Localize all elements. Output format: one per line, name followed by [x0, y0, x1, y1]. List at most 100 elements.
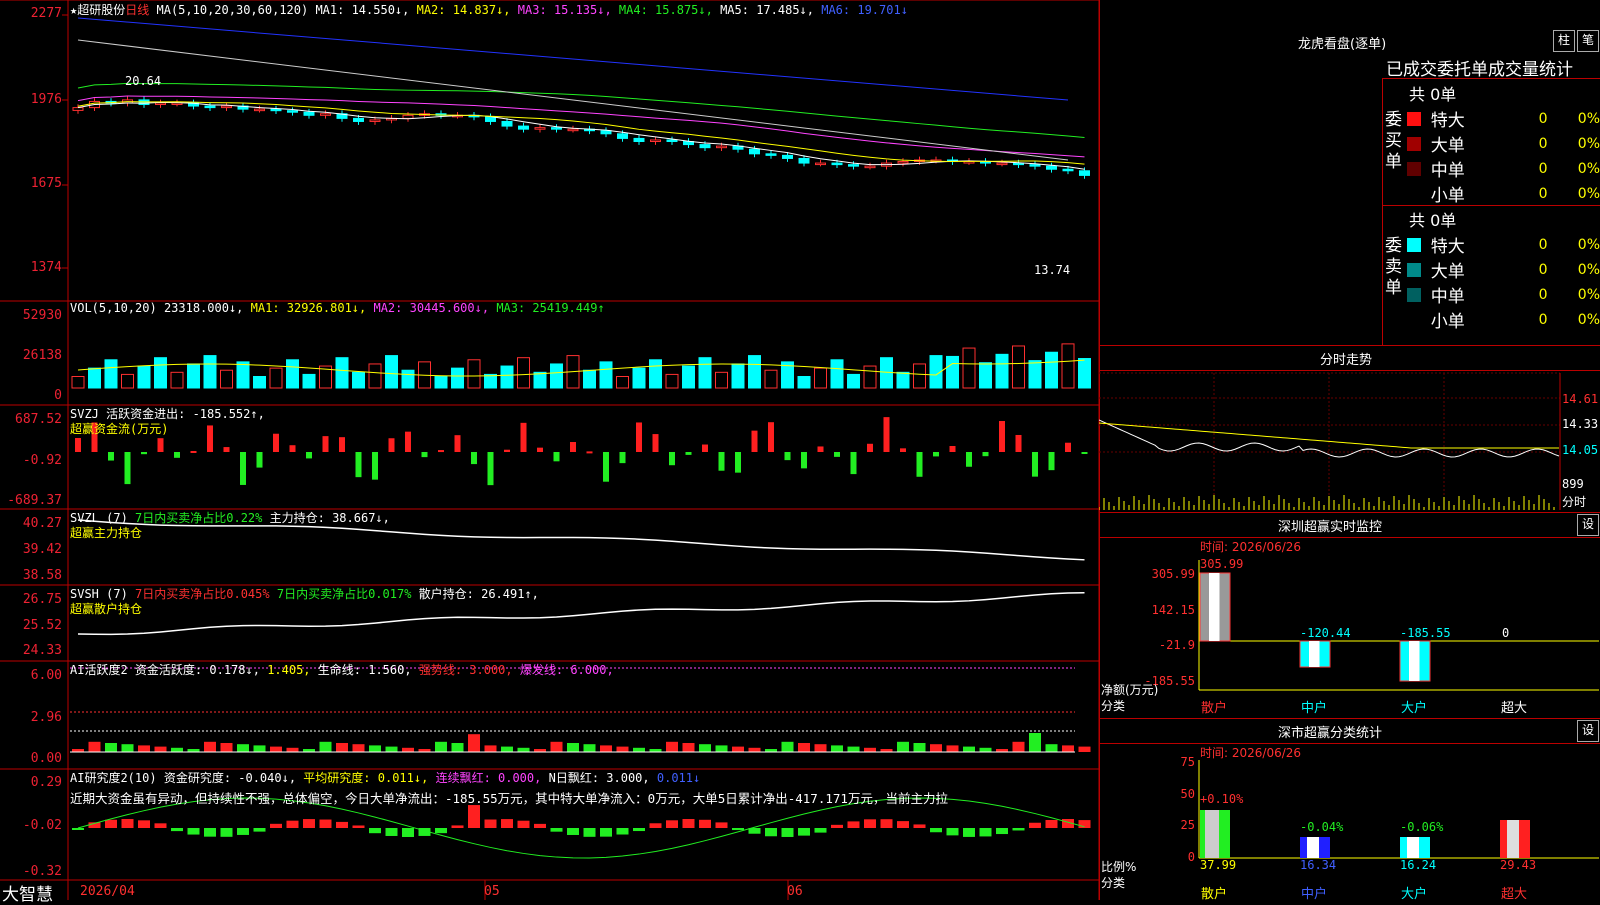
period-label[interactable]: 日线: [125, 3, 149, 17]
fundflow-bar: [190, 450, 197, 453]
monitor-cat: 大户: [1401, 701, 1428, 716]
buy-order-list: 特大 0 0% 大单 0 0% 中单 0 0% 小单 0 0%: [1407, 106, 1600, 206]
candle-body: [798, 157, 810, 164]
candlesticks: [72, 96, 1090, 179]
research-bar: [765, 828, 777, 837]
activity-bar: [369, 745, 381, 752]
research-bar: [715, 822, 728, 828]
activity-bar: [484, 745, 497, 752]
activity-bar: [105, 743, 117, 752]
svsh-title: SVSH (7): [70, 587, 128, 601]
svzl-axis-tick: 40.27: [22, 516, 62, 531]
sell-order-color-swatch: [1407, 312, 1421, 327]
research-bar: [303, 819, 315, 828]
candle-body: [155, 102, 166, 106]
ai2-header: AI研究度2(10) 资金研究度: -0.040↓, 平均研究度: 0.011↓…: [70, 769, 700, 786]
bar-view-button[interactable]: 柱: [1553, 30, 1575, 52]
fundflow-bar: [933, 452, 939, 457]
research-bar: [814, 828, 827, 833]
activity-bar: [1062, 745, 1074, 752]
ai1-title: AI活跃度2: [70, 663, 128, 677]
fundflow-bar: [718, 452, 725, 471]
volume-bar: [764, 369, 778, 389]
ma4-line: [77, 82, 1085, 139]
monitor-settings-button[interactable]: 设: [1577, 514, 1599, 536]
activity-bar: [253, 745, 266, 752]
activity-bar: [781, 741, 794, 752]
fundflow-bar: [751, 430, 758, 452]
research-bar: [963, 828, 975, 837]
research-bar: [979, 828, 992, 837]
volume-bar: [715, 371, 728, 389]
ai2-axis-tick: 0.29: [30, 775, 62, 790]
research-bar: [897, 821, 909, 828]
order-stats-tab[interactable]: 已成交委托单成交量统计: [1386, 55, 1573, 80]
candle-body: [897, 161, 909, 164]
svzl-ratio: 7日内买卖净占比0.22%: [135, 511, 263, 525]
volume-bar: [649, 359, 662, 389]
fundflow-bar: [949, 445, 956, 452]
fundflow-bar: [966, 452, 972, 467]
research-bar: [187, 828, 200, 835]
sell-order-row-name: 大单: [1430, 262, 1465, 282]
research-bar: [930, 828, 942, 833]
class-value: 37.99: [1200, 858, 1237, 872]
research-bar: [369, 828, 381, 834]
candle-body: [617, 133, 628, 139]
fundflow-bar: [801, 452, 807, 469]
volume-bar: [1045, 351, 1058, 389]
activity-bar: [220, 743, 233, 752]
class-ylabel: 比例%: [1101, 860, 1137, 874]
pen-view-button[interactable]: 笔: [1577, 30, 1599, 52]
vol-value: 23318.000↓,: [163, 301, 244, 315]
research-bar: [666, 820, 678, 828]
ai2-val: 0.011↓: [656, 771, 701, 785]
fundflow-bar: [685, 452, 692, 455]
activity-bar: [616, 746, 629, 752]
fundflow-bar: [702, 444, 708, 452]
fundflow-bar: [339, 437, 345, 452]
activity-bar: [633, 747, 645, 752]
stock-name: 超研股份: [77, 3, 126, 17]
sell-order-row-name: 小单: [1430, 312, 1465, 332]
monitor-xlabel: 分类: [1101, 699, 1126, 713]
ai2-axis-tick: -0.32: [22, 864, 62, 879]
activity-bar: [913, 743, 926, 752]
volume-bar: [170, 371, 184, 389]
ma6-value: MA6: 19.701↓: [821, 3, 908, 17]
volume-bar: [137, 365, 151, 389]
class-settings-button[interactable]: 设: [1577, 720, 1599, 742]
fundflow-bar: [652, 434, 659, 452]
fundflow-bar: [240, 452, 246, 485]
fundflow-bar: [768, 422, 774, 452]
research-bar: [319, 819, 332, 828]
dragon-title: 龙虎看盘(逐单): [1298, 37, 1387, 52]
volume-bar: [616, 376, 629, 389]
research-bar: [567, 828, 579, 835]
chart-canvas[interactable]: [0, 0, 1100, 900]
candle-body: [501, 120, 513, 127]
volume-bar: [731, 363, 745, 389]
volume-bars: [71, 343, 1091, 389]
activity-bar: [550, 741, 563, 752]
volume-bar: [269, 367, 283, 389]
fundflow-bar: [520, 422, 527, 452]
candle-body: [782, 154, 793, 159]
sell-order-row-pct: 0%: [1577, 261, 1600, 278]
research-bar: [253, 828, 266, 832]
activity-bar: [567, 743, 579, 752]
activity-bar: [682, 743, 695, 752]
buy-order-row-name: 大单: [1430, 136, 1465, 156]
monitor-cat: 散户: [1201, 701, 1228, 716]
ma-params: MA(5,10,20,30,60,120): [156, 3, 309, 17]
activity-bar: [930, 744, 942, 752]
research-bar: [468, 805, 480, 828]
volume-bar: [797, 376, 811, 389]
ma-header: ★超研股份日线 MA(5,10,20,30,60,120) MA1: 14.55…: [70, 1, 908, 18]
monitor-value-super: 0: [1502, 626, 1510, 640]
volume-bar: [484, 373, 497, 389]
volume-bar: [104, 359, 118, 389]
volume-bar: [962, 347, 976, 389]
research-bar: [138, 820, 150, 828]
activity-bar: [814, 744, 827, 752]
